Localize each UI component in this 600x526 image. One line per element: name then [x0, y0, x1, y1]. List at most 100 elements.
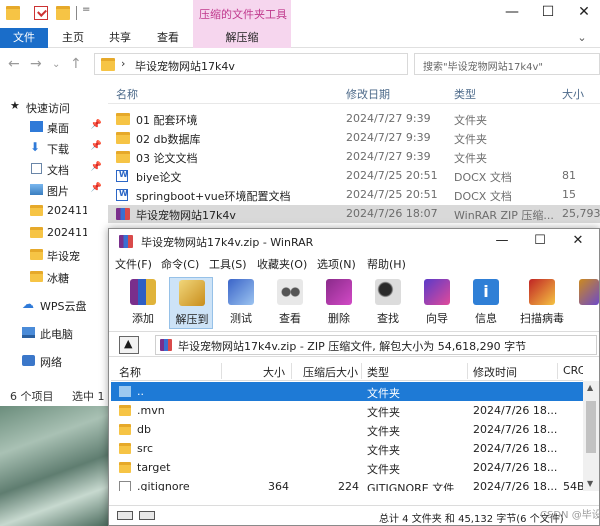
winrar-archive-icon	[160, 339, 172, 351]
column-packed-size[interactable]: 压缩后大小	[303, 364, 358, 380]
menu-file[interactable]: 文件(F)	[115, 256, 152, 272]
menu-tools[interactable]: 工具(S)	[209, 256, 247, 272]
address-bar[interactable]: › 毕设宠物网站17k4v	[94, 53, 408, 75]
more-tools-button[interactable]	[573, 277, 599, 329]
file-name: 02 db数据库	[136, 133, 201, 146]
file-row[interactable]: 03 论文文档 2024/7/27 9:39 文件夹	[108, 148, 600, 166]
sidebar-item-folder-202411-b[interactable]: 202411	[0, 222, 106, 244]
extract-to-button[interactable]: 解压到	[169, 277, 213, 329]
wizard-button[interactable]: 向导	[415, 277, 459, 329]
scroll-up-icon[interactable]: ▲	[587, 383, 593, 392]
sidebar-item-downloads[interactable]: ⬇ 下载 📌	[0, 137, 106, 159]
forward-icon[interactable]: →	[30, 56, 42, 72]
virus-scan-button[interactable]: 扫描病毒	[517, 277, 567, 329]
sidebar-item-folder-bishe[interactable]: 毕设宠	[0, 244, 106, 266]
navigation-pane: ★ 快速访问 桌面 📌 ⬇ 下载 📌 文档 📌 图片 📌 202411 2024…	[0, 80, 106, 406]
search-input[interactable]: 搜索"毕设宠物网站17k4v"	[414, 53, 600, 75]
column-separator[interactable]	[557, 363, 558, 379]
column-date[interactable]: 修改日期	[346, 86, 390, 102]
sidebar-item-label: 此电脑	[40, 328, 73, 341]
menu-options[interactable]: 选项(N)	[317, 256, 356, 272]
new-folder-icon[interactable]	[56, 6, 70, 20]
archive-row-parent[interactable]: .. 文件夹	[111, 382, 583, 401]
archive-row[interactable]: .gitignore 364 224 GITIGNORE 文件 2024/7/2…	[111, 477, 583, 491]
menu-favorites[interactable]: 收藏夹(O)	[257, 256, 307, 272]
close-icon[interactable]: ✕	[563, 231, 593, 251]
tab-share[interactable]: 共享	[96, 28, 144, 48]
scroll-down-icon[interactable]: ▼	[587, 479, 593, 488]
file-row[interactable]: 02 db数据库 2024/7/27 9:39 文件夹	[108, 129, 600, 147]
archive-row[interactable]: db 文件夹 2024/7/26 18...	[111, 420, 583, 439]
menu-help[interactable]: 帮助(H)	[367, 256, 406, 272]
file-row[interactable]: springboot+vue环境配置文档 2024/7/25 20:51 DOC…	[108, 186, 600, 204]
file-row-selected[interactable]: 毕设宠物网站17k4v 2024/7/26 18:07 WinRAR ZIP 压…	[108, 205, 600, 223]
archive-row[interactable]: target 文件夹 2024/7/26 18...	[111, 458, 583, 477]
up-icon[interactable]: ↑	[70, 56, 82, 72]
recent-dropdown-icon[interactable]: ⌄	[52, 59, 60, 70]
drive-icon	[117, 511, 133, 520]
chevron-right-icon[interactable]: ›	[121, 57, 125, 70]
tab-file[interactable]: 文件	[0, 28, 48, 48]
scroll-thumb[interactable]	[586, 401, 596, 453]
sidebar-item-documents[interactable]: 文档 📌	[0, 158, 106, 180]
column-size[interactable]: 大小	[263, 364, 285, 380]
info-button[interactable]: i 信息	[464, 277, 508, 329]
sidebar-item-label: 网络	[40, 356, 62, 369]
archive-list-scrollbar[interactable]: ▲ ▼	[583, 381, 599, 491]
properties-icon[interactable]	[34, 6, 48, 20]
column-size[interactable]: 大小	[562, 86, 584, 102]
file-date: 2024/7/25 20:51	[346, 188, 438, 201]
sidebar-item-label: 冰糖	[47, 272, 69, 285]
back-icon[interactable]: ←	[8, 56, 20, 72]
column-name[interactable]: 名称	[119, 364, 141, 380]
column-type[interactable]: 类型	[454, 86, 476, 102]
entry-name: .gitignore	[137, 480, 190, 491]
sidebar-item-pictures[interactable]: 图片 📌	[0, 179, 106, 201]
column-separator[interactable]	[291, 363, 292, 379]
tab-extract[interactable]: 解压缩	[193, 28, 291, 48]
wizard-icon	[424, 279, 450, 305]
archive-path-field[interactable]: 毕设宠物网站17k4v.zip - ZIP 压缩文件, 解包大小为 54,618…	[155, 335, 597, 355]
column-separator[interactable]	[467, 363, 468, 379]
column-name[interactable]: 名称	[116, 86, 138, 102]
file-row[interactable]: 01 配套环境 2024/7/27 9:39 文件夹	[108, 110, 600, 128]
sidebar-item-network[interactable]: 网络	[0, 350, 106, 372]
column-separator[interactable]	[361, 363, 362, 379]
maximize-icon[interactable]: ☐	[536, 2, 560, 22]
maximize-icon[interactable]: ☐	[525, 231, 555, 251]
view-button[interactable]: 查看	[268, 277, 312, 329]
file-name: 毕设宠物网站17k4v	[136, 209, 236, 222]
up-one-level-button[interactable]: ▲	[119, 336, 139, 354]
test-button[interactable]: 测试	[219, 277, 263, 329]
sidebar-item-wps-cloud[interactable]: ☁ WPS云盘	[0, 294, 106, 316]
minimize-icon[interactable]: —	[487, 231, 517, 251]
ribbon-expand-icon[interactable]: ⌄	[570, 28, 594, 48]
close-icon[interactable]: ✕	[572, 2, 596, 22]
file-row[interactable]: biye论文 2024/7/25 20:51 DOCX 文档 81	[108, 167, 600, 185]
column-crc[interactable]: CRC	[563, 364, 583, 377]
folder-icon	[30, 249, 43, 260]
find-button[interactable]: 查找	[366, 277, 410, 329]
winrar-title: 毕设宠物网站17k4v.zip - WinRAR	[141, 236, 314, 249]
sidebar-item-quick-access[interactable]: ★ 快速访问	[0, 96, 106, 118]
archive-row[interactable]: src 文件夹 2024/7/26 18...	[111, 439, 583, 458]
archive-row[interactable]: .mvn 文件夹 2024/7/26 18...	[111, 401, 583, 420]
delete-button[interactable]: 删除	[317, 277, 361, 329]
tab-view[interactable]: 查看	[144, 28, 192, 48]
sidebar-item-folder-bingtang[interactable]: 冰糖	[0, 266, 106, 288]
minimize-icon[interactable]: —	[500, 2, 524, 22]
column-separator[interactable]	[221, 363, 222, 379]
quick-access-dropdown[interactable]: =	[82, 4, 90, 15]
entry-type: 文件夹	[367, 387, 400, 400]
tab-home[interactable]: 主页	[50, 28, 96, 48]
sidebar-item-label: 桌面	[47, 122, 69, 135]
menu-commands[interactable]: 命令(C)	[161, 256, 199, 272]
cloud-icon: ☁	[22, 297, 34, 311]
column-type[interactable]: 类型	[367, 364, 389, 380]
sidebar-item-label: WPS云盘	[40, 300, 87, 313]
sidebar-item-this-pc[interactable]: 此电脑	[0, 322, 106, 344]
sidebar-item-desktop[interactable]: 桌面 📌	[0, 116, 106, 138]
sidebar-item-folder-202411-a[interactable]: 202411	[0, 200, 106, 222]
column-modified[interactable]: 修改时间	[473, 364, 517, 380]
add-button[interactable]: 添加	[121, 277, 165, 329]
